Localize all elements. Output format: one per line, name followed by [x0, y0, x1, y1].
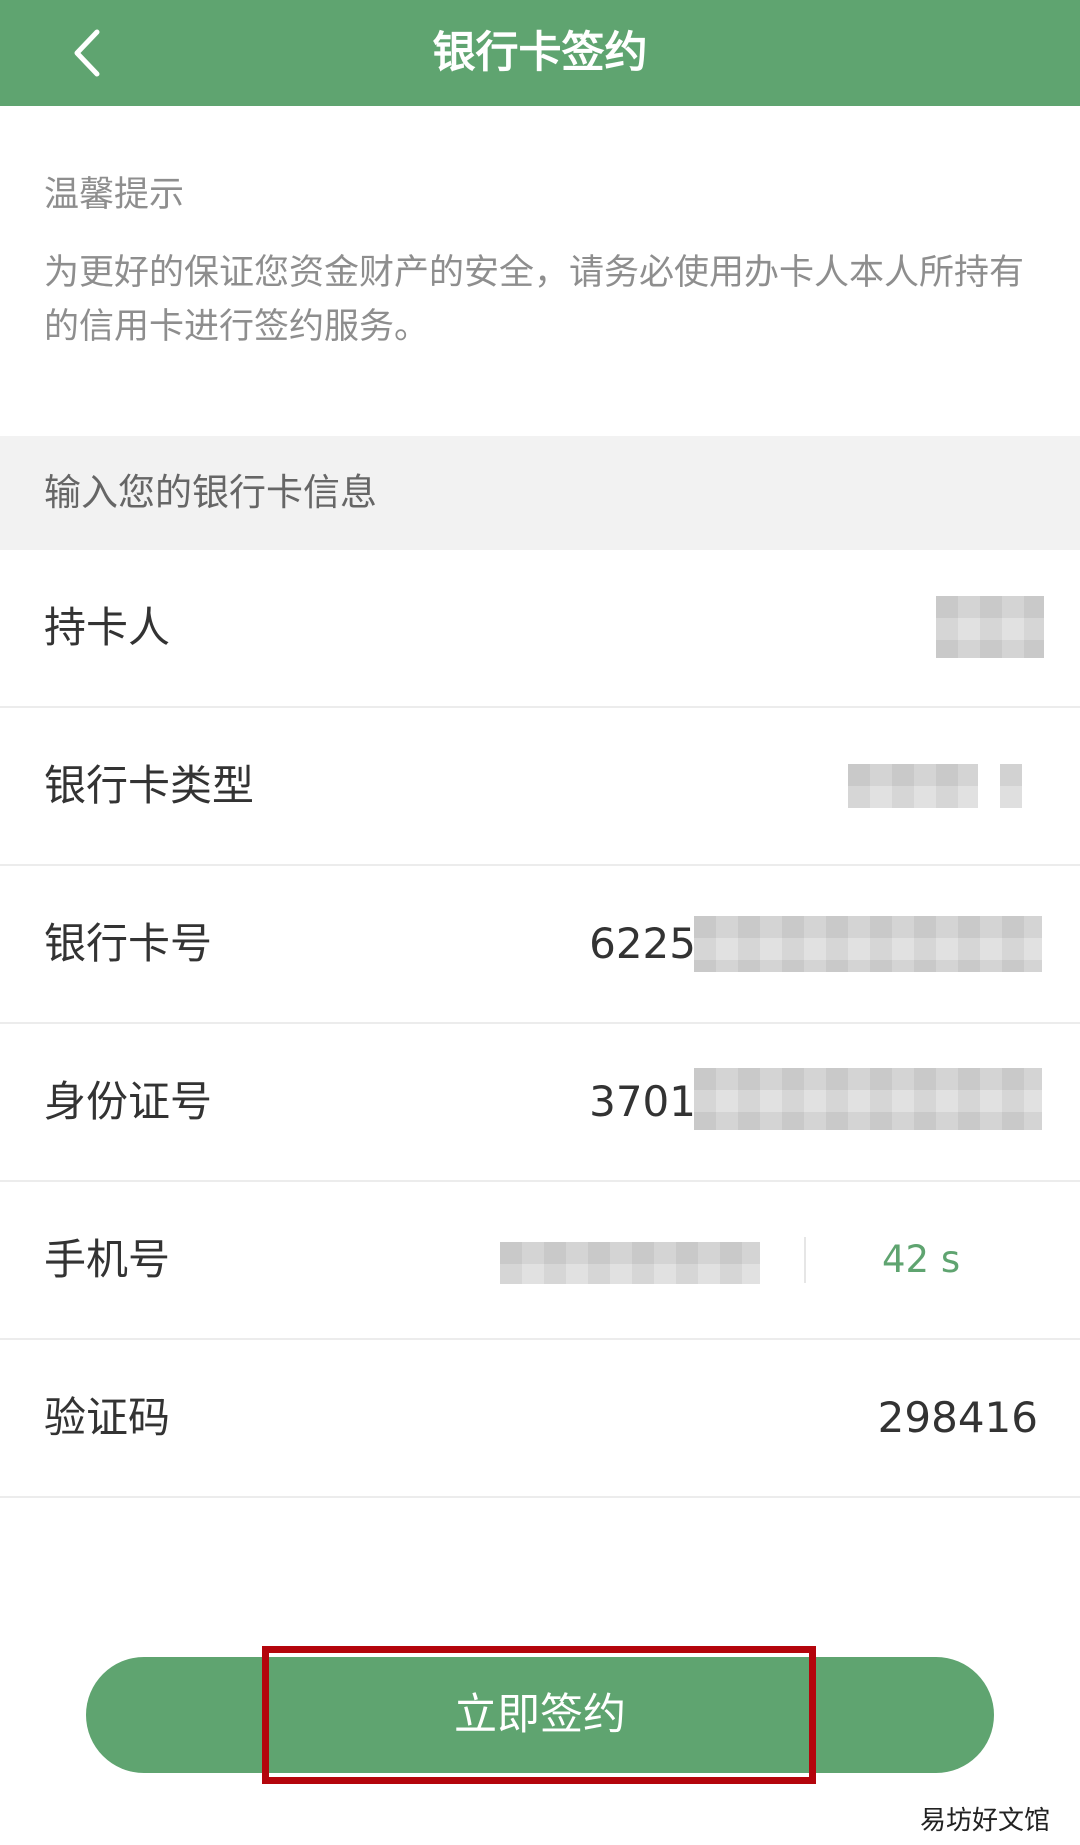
section-title: 输入您的银行卡信息 — [44, 471, 377, 514]
tips-text: 为更好的保证您资金财产的安全，请务必使用办卡人本人所持有的信用卡进行签约服务。 — [44, 253, 1025, 347]
card-type-label: 银行卡类型 — [44, 761, 255, 810]
sms-countdown: 42 s — [882, 1238, 961, 1281]
tips-section: 温馨提示 为更好的保证您资金财产的安全，请务必使用办卡人本人所持有的信用卡进行签… — [0, 106, 1080, 436]
card-type-row[interactable]: 银行卡类型 — [0, 708, 1080, 866]
phone-divider — [804, 1237, 806, 1283]
card-holder-label: 持卡人 — [44, 603, 171, 652]
card-number-prefix: 6225 — [589, 919, 696, 968]
card-number-label: 银行卡号 — [44, 919, 213, 968]
id-number-row[interactable]: 身份证号 3701 — [0, 1024, 1080, 1182]
card-number-value-redacted — [694, 916, 1042, 972]
phone-row[interactable]: 手机号 42 s — [0, 1182, 1080, 1340]
card-type-value-redacted-tail — [1000, 764, 1022, 808]
sign-now-button[interactable]: 立即签约 — [86, 1657, 994, 1773]
top-nav-bar: 银行卡签约 — [0, 0, 1080, 106]
page-title: 银行卡签约 — [432, 28, 648, 78]
section-header: 输入您的银行卡信息 — [0, 436, 1080, 550]
id-number-prefix: 3701 — [589, 1077, 696, 1126]
id-number-label: 身份证号 — [44, 1077, 213, 1126]
watermark: 易坊好文馆 — [919, 1806, 1050, 1836]
phone-label: 手机号 — [44, 1235, 171, 1284]
card-number-row[interactable]: 银行卡号 6225 — [0, 866, 1080, 1024]
card-holder-row[interactable]: 持卡人 — [0, 550, 1080, 708]
tips-title: 温馨提示 — [44, 175, 185, 215]
verification-code-row[interactable]: 验证码 298416 — [0, 1340, 1080, 1498]
card-holder-value-redacted — [936, 596, 1044, 658]
verification-code-field[interactable]: 298416 — [878, 1340, 1038, 1496]
phone-value-redacted — [500, 1242, 760, 1284]
verification-code-label: 验证码 — [44, 1393, 171, 1442]
card-type-value-redacted — [848, 764, 978, 808]
id-number-value-redacted — [694, 1068, 1042, 1130]
